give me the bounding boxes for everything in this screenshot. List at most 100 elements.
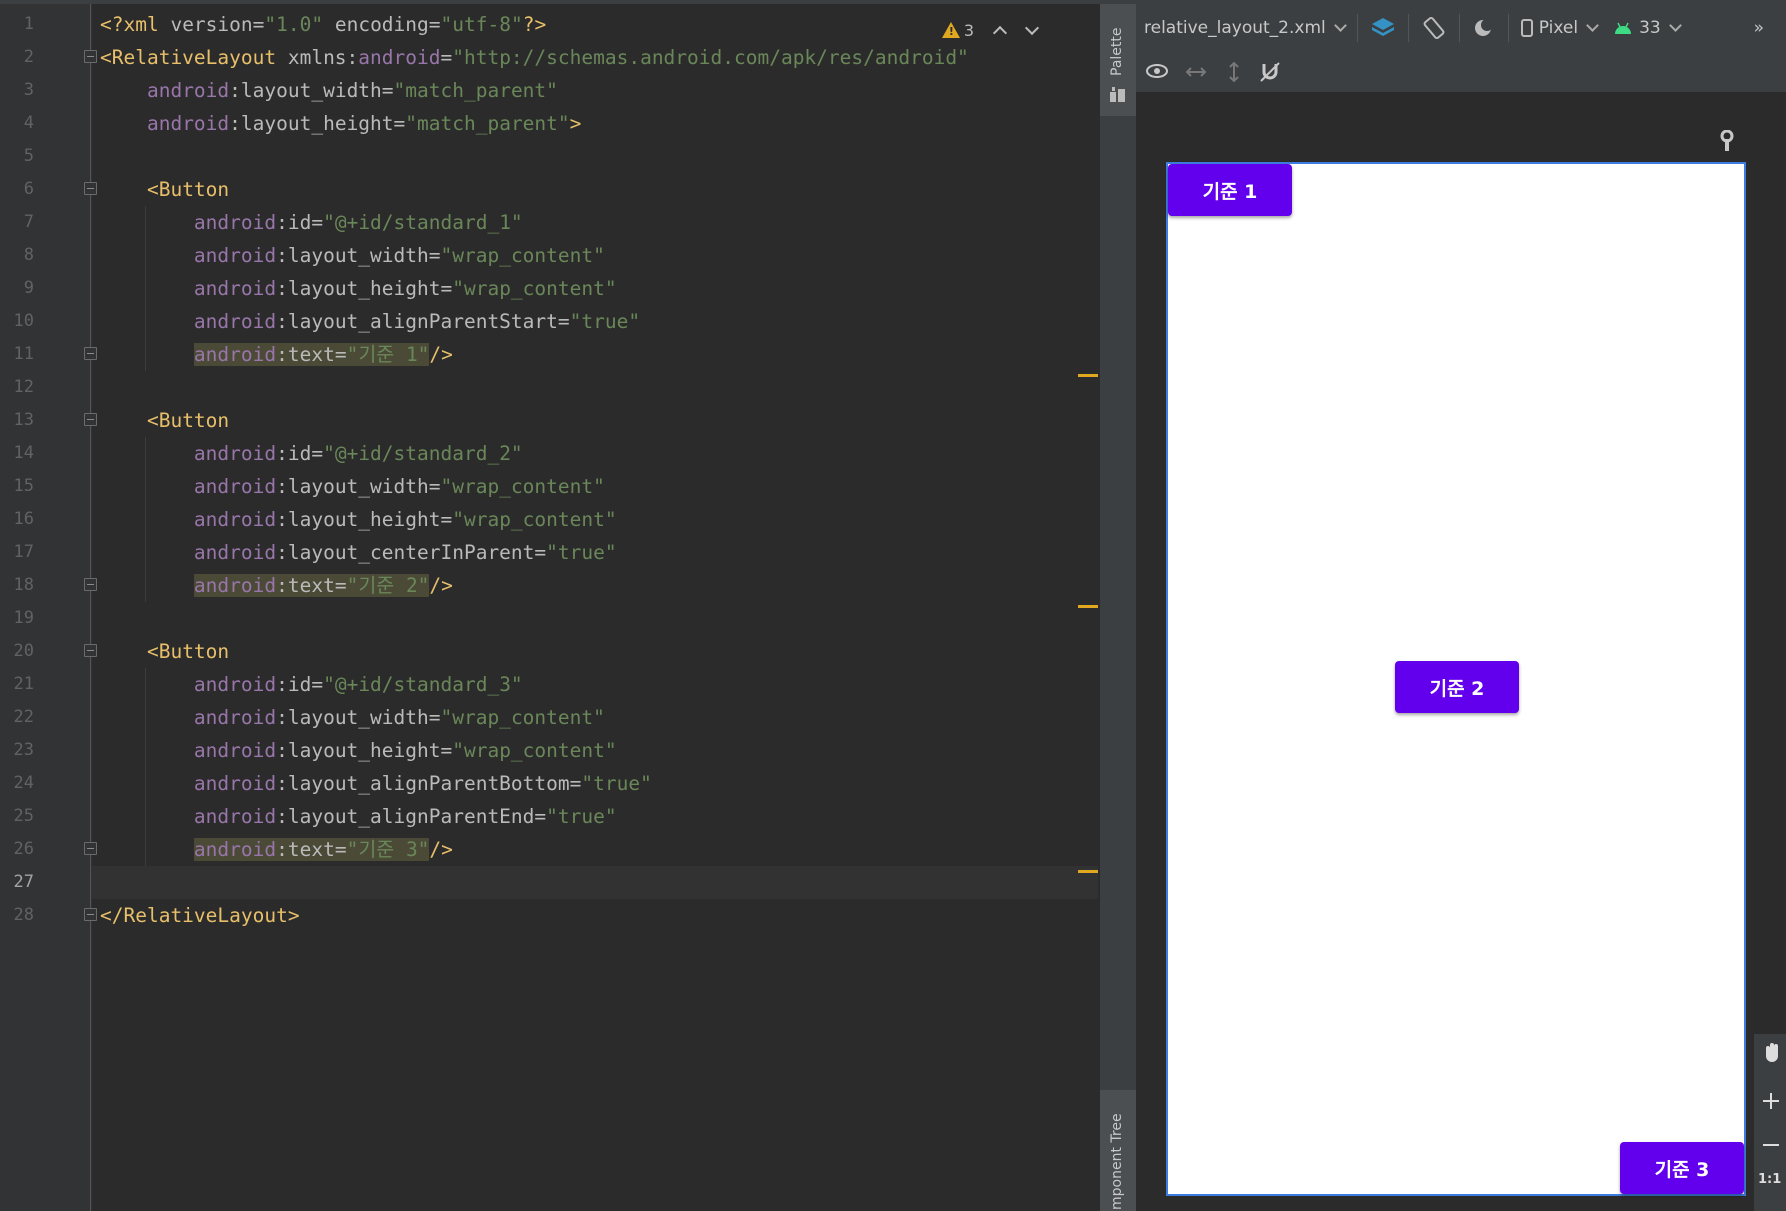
- attr-value: "@+id/standard_3": [323, 673, 523, 696]
- zoom-actual-size-button[interactable]: 1:1: [1758, 1172, 1781, 1187]
- wrench-icon[interactable]: [1718, 130, 1736, 152]
- line-number: 24: [13, 773, 34, 793]
- namespace: android: [193, 838, 277, 861]
- tag-name: <Button: [146, 178, 230, 201]
- namespace: android: [193, 310, 277, 333]
- code-line-15[interactable]: android:layout_width="wrap_content": [100, 470, 605, 503]
- magnet-off-icon[interactable]: [1258, 60, 1282, 84]
- code-line-16[interactable]: android:layout_height="wrap_content": [100, 503, 617, 536]
- code-line-22[interactable]: android:layout_width="wrap_content": [100, 701, 605, 734]
- chevron-down-icon: [1668, 19, 1682, 32]
- preview-button-standard-3[interactable]: 기준 3: [1620, 1142, 1744, 1194]
- preview-button-standard-1[interactable]: 기준 1: [1168, 164, 1292, 216]
- attr-name: layout_centerInParent: [287, 541, 535, 564]
- code-line-26[interactable]: android:text="기준 3"/>: [100, 833, 453, 866]
- line-number: 25: [13, 806, 34, 826]
- vertical-constraint-icon[interactable]: [1224, 60, 1244, 84]
- file-name: relative_layout_2.xml: [1144, 18, 1326, 38]
- code-line-14[interactable]: android:id="@+id/standard_2": [100, 437, 523, 470]
- fold-marker[interactable]: [84, 578, 97, 591]
- warning-stripe-mark[interactable]: [1078, 605, 1098, 608]
- previous-highlight-icon[interactable]: [992, 23, 1006, 37]
- code-line-17[interactable]: android:layout_centerInParent="true": [100, 536, 617, 569]
- toolbar-overflow-button[interactable]: »: [1754, 18, 1764, 38]
- attr-name: encoding: [334, 13, 429, 36]
- current-line-highlight: [92, 866, 1098, 899]
- namespace: android: [193, 442, 277, 465]
- inspection-widget[interactable]: 3: [941, 18, 1038, 42]
- code-line-11[interactable]: android:text="기준 1"/>: [100, 338, 453, 371]
- zoom-in-icon-vertical: [1770, 1093, 1772, 1109]
- night-mode-button[interactable]: [1464, 16, 1504, 40]
- attr-name: layout_width: [287, 475, 429, 498]
- fold-marker[interactable]: [84, 842, 97, 855]
- fold-marker[interactable]: [84, 50, 97, 63]
- code-line-1[interactable]: <?xml version="1.0" encoding="utf-8"?>: [100, 8, 546, 41]
- code-line-6[interactable]: <Button: [100, 173, 229, 206]
- fold-marker[interactable]: [84, 347, 97, 360]
- code-line-23[interactable]: android:layout_height="wrap_content": [100, 734, 617, 767]
- layout-preview-screen[interactable]: 기준 1 기준 2 기준 3: [1166, 162, 1746, 1196]
- code-line-9[interactable]: android:layout_height="wrap_content": [100, 272, 617, 305]
- palette-tab[interactable]: Palette: [1100, 4, 1136, 116]
- warning-stripe-mark[interactable]: [1078, 870, 1098, 873]
- code-line-4[interactable]: android:layout_height="match_parent">: [100, 107, 581, 140]
- warning-count: 3: [963, 20, 974, 40]
- code-line-21[interactable]: android:id="@+id/standard_3": [100, 668, 523, 701]
- fold-marker[interactable]: [84, 908, 97, 921]
- zoom-out-icon[interactable]: [1763, 1144, 1779, 1146]
- code-line-28[interactable]: </RelativeLayout>: [100, 899, 300, 932]
- code-editor[interactable]: 1 2 3 4 5 6 7 8 9 10 11 12 13 14 15 16 1…: [0, 4, 1100, 1211]
- warning-stripe-mark[interactable]: [1078, 374, 1098, 377]
- preview-button-standard-2[interactable]: 기준 2: [1395, 661, 1519, 713]
- horizontal-constraint-icon[interactable]: [1184, 62, 1208, 82]
- orientation-button[interactable]: [1413, 15, 1455, 41]
- code-line-7[interactable]: android:id="@+id/standard_1": [100, 206, 523, 239]
- component-tree-tab[interactable]: mponent Tree: [1100, 1090, 1136, 1211]
- file-selector[interactable]: relative_layout_2.xml: [1136, 18, 1353, 38]
- tag-close: >: [569, 112, 582, 135]
- phone-icon: [1520, 19, 1533, 37]
- android-icon: [1615, 22, 1632, 34]
- line-number: 12: [13, 377, 34, 397]
- pan-hand-icon[interactable]: [1762, 1042, 1782, 1064]
- code-line-3[interactable]: android:layout_width="match_parent": [100, 74, 558, 107]
- line-number: 28: [13, 905, 34, 925]
- xml-decl-open: <?xml: [100, 13, 171, 36]
- code-line-25[interactable]: android:layout_alignParentEnd="true": [100, 800, 617, 833]
- attr-value: "wrap_content": [440, 706, 605, 729]
- code-line-8[interactable]: android:layout_width="wrap_content": [100, 239, 605, 272]
- code-line-24[interactable]: android:layout_alignParentBottom="true": [100, 767, 652, 800]
- attr-value: "utf-8": [440, 13, 523, 36]
- attr-name: id: [287, 442, 312, 465]
- api-level-selector[interactable]: 33: [1605, 18, 1688, 38]
- design-mode-button[interactable]: [1362, 16, 1404, 40]
- code-line-20[interactable]: <Button: [100, 635, 229, 668]
- namespace: android: [193, 805, 277, 828]
- device-selector[interactable]: Pixel: [1513, 18, 1605, 38]
- attr-name: text: [287, 574, 335, 597]
- fold-marker[interactable]: [84, 182, 97, 195]
- view-options-toolbar: [1136, 52, 1786, 93]
- code-line-10[interactable]: android:layout_alignParentStart="true": [100, 305, 640, 338]
- attr-value: "wrap_content": [452, 508, 617, 531]
- toolbar-divider: [1458, 14, 1460, 42]
- code-line-18[interactable]: android:text="기준 2"/>: [100, 569, 453, 602]
- line-number: 8: [23, 245, 34, 265]
- line-number-current: 27: [13, 872, 34, 892]
- attr-name: layout_height: [240, 112, 394, 135]
- line-number: 9: [23, 278, 34, 298]
- attr-name: layout_alignParentStart: [287, 310, 558, 333]
- code-line-13[interactable]: <Button: [100, 404, 229, 437]
- attr-value: "wrap_content": [440, 244, 605, 267]
- fold-marker[interactable]: [84, 644, 97, 657]
- attr-name: xmlns:: [287, 46, 359, 69]
- line-number: 26: [13, 839, 34, 859]
- attr-value-hardcoded: "기준 2": [346, 574, 430, 597]
- next-highlight-icon[interactable]: [1024, 23, 1038, 37]
- fold-marker[interactable]: [84, 413, 97, 426]
- rotate-device-icon: [1423, 16, 1445, 40]
- eye-icon[interactable]: [1146, 62, 1170, 82]
- code-line-2[interactable]: <RelativeLayout xmlns:android="http://sc…: [100, 41, 969, 74]
- toolbar-divider: [1407, 14, 1409, 42]
